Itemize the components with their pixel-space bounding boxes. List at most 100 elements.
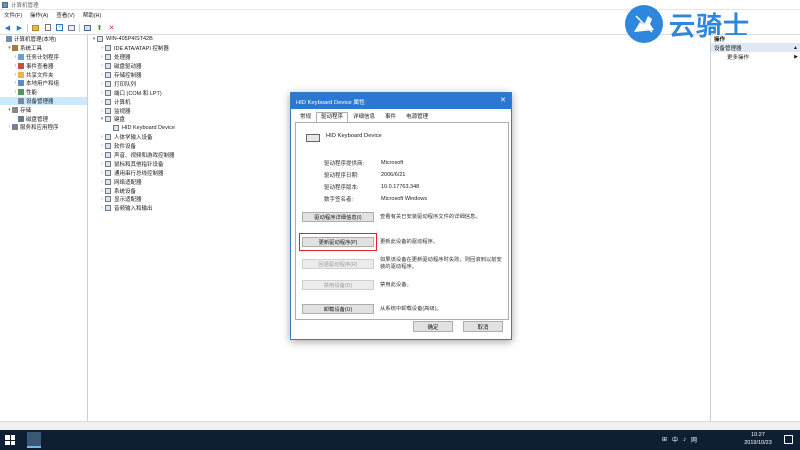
nav-item-label: 事件查看器 [26,63,54,70]
device-tree-item[interactable]: › IDE ATA/ATAPI 控制器 [89,44,709,53]
menu-file[interactable]: 文件(F) [4,11,22,19]
nav-item[interactable]: ▾ 存储 [0,105,87,114]
hid-icon [105,134,111,141]
properties-icon[interactable] [43,23,52,32]
nav-item[interactable]: 磁盘管理 [0,114,87,123]
mouse-icon [105,160,111,167]
ide-controller-icon [105,45,111,52]
storage-icon [12,106,18,113]
dialog-titlebar[interactable]: HID Keyboard Device 属性 ✕ [291,93,511,109]
actions-group-label: 设备管理器 [714,45,742,52]
nav-item-label: 共享文件夹 [26,72,54,79]
back-icon[interactable]: ◀ [3,23,12,32]
nav-item[interactable]: › 性能 [0,88,87,97]
driver-action-row: 禁用设备(D) 禁用此设备。 [302,280,505,290]
computer-icon [6,36,12,43]
toolbar-divider [27,23,28,32]
computer-icon[interactable] [83,23,92,32]
nav-item-label: 服务和应用程序 [20,125,59,132]
nav-item[interactable]: › 服务和应用程序 [0,123,87,132]
property-value: Microsoft [381,160,404,166]
taskbar: ⊞ 中 ♪ 网 10:27 2019/10/23 [0,430,800,450]
clock-icon [18,53,24,60]
actions-group-device-manager[interactable]: 设备管理器 ▲ [711,43,800,52]
driver-action-button[interactable]: 卸载设备(U) [302,304,374,314]
device-name: HID Keyboard Device [326,133,382,139]
help-icon[interactable]: ? [55,23,64,32]
driver-properties: 驱动程序提供商: Microsoft 驱动程序日期: 2006/6/21 驱动程序版本:… [324,157,427,205]
update-driver-icon[interactable]: ⬆ [95,23,104,32]
cancel-button[interactable]: 取消 [463,321,503,332]
show-hide-icon[interactable] [67,23,76,32]
tray-volume-icon[interactable]: ♪ [683,437,686,443]
close-icon[interactable]: ✕ [500,96,506,104]
device-tree-label: IDE ATA/ATAPI 控制器 [114,46,169,53]
device-tree-item[interactable]: › 处理器 [89,53,709,62]
nav-item-label: 任务计划程序 [26,54,60,61]
window-title: 计算机管理 [11,2,39,9]
windows-start-icon[interactable] [5,435,15,445]
tray-network-icon[interactable]: 网 [691,435,697,444]
device-tree-label: 人体学输入设备 [114,135,153,142]
nav-item[interactable]: 设备管理器 [0,96,87,106]
toolbar-divider [79,23,80,32]
port-icon [105,89,111,96]
keyboard-icon [113,125,119,132]
submenu-arrow-icon: ▶ [794,54,798,60]
printer-icon [105,80,111,87]
driver-action-button: 回退驱动程序(R) [302,259,374,269]
nav-item[interactable]: › 本地用户和组 [0,79,87,88]
nav-item[interactable]: › 共享文件夹 [0,70,87,79]
up-icon[interactable] [31,23,40,32]
computer-management-taskbar-icon[interactable] [27,432,41,448]
collapse-arrow-icon[interactable]: ▲ [793,45,798,51]
nav-item-label: 设备管理器 [26,98,54,105]
property-value: Microsoft Windows [381,196,428,202]
nav-item[interactable]: › 任务计划程序 [0,53,87,62]
nav-item[interactable]: ▾ 系统工具 [0,44,87,53]
menu-action[interactable]: 操作(A) [30,11,48,19]
left-navigation-tree: 计算机管理(本地) ▾ 系统工具 › 任务计划程序 › 事件查看器 › 共享文件夹 › 本地用户和组… [0,35,88,430]
tray-language-indicator[interactable]: 中 [672,435,678,444]
device-tree-item[interactable]: › 打印队列 [89,79,709,88]
tools-icon [12,45,18,52]
keyboard-icon [105,116,111,123]
device-tree-label: 计算机 [114,99,131,106]
sound-icon [105,152,111,159]
monitor-icon [105,107,111,114]
properties-dialog: HID Keyboard Device 属性 ✕ 常规 驱动程序 详细信息 事件 电源管… [290,92,512,340]
actions-header: 操作 [714,37,726,43]
device-tree-label: 监视器 [114,108,131,115]
nav-item[interactable]: 计算机管理(本地) [0,35,87,44]
driver-action-description: 如果该设备在更新驱动程序时失败，则回滚到以前安装的驱动程序。 [380,257,502,270]
tray-ime-icon[interactable]: ⊞ [662,436,667,443]
audio-icon [105,205,111,212]
notification-icon[interactable] [784,435,793,444]
nav-item-label: 本地用户和组 [26,81,60,88]
nav-item-label: 磁盘管理 [26,116,49,123]
nav-item[interactable]: › 事件查看器 [0,61,87,70]
more-actions-item[interactable]: 更多操作 ▶ [711,52,800,62]
property-row: 驱动程序版本: 10.0.17763.348 [324,181,427,193]
device-tree-label: 键盘 [114,117,126,124]
highlight-box [299,233,377,251]
device-tree-item[interactable]: ▾ WIN-405P4IST42B [89,35,709,44]
forward-icon[interactable]: ▶ [15,23,24,32]
driver-action-button[interactable]: 驱动程序详细信息(I) [302,212,374,222]
device-tree-label: 显示适配器 [114,197,142,204]
device-tree-item[interactable]: › 磁盘驱动器 [89,62,709,71]
device-tree-label: 网络适配器 [114,179,142,186]
clock[interactable]: 10:27 2019/10/23 [738,432,778,447]
ok-button[interactable]: 确定 [413,321,453,332]
nav-item-label: 系统工具 [20,46,43,53]
computer-management-icon [2,1,8,8]
services-icon [12,124,18,131]
driver-action-row: 卸载设备(U) 从系统中卸载设备(高级)。 [302,304,505,314]
keyboard-icon [306,134,320,142]
property-value: 2006/6/21 [381,172,406,178]
device-tree-label: 声音、视频和游戏控制器 [114,153,175,160]
uninstall-icon[interactable]: ✕ [107,23,116,32]
menu-help[interactable]: 帮助(H) [83,11,102,19]
device-tree-item[interactable]: › 存储控制器 [89,71,709,80]
menu-view[interactable]: 查看(V) [56,11,74,19]
